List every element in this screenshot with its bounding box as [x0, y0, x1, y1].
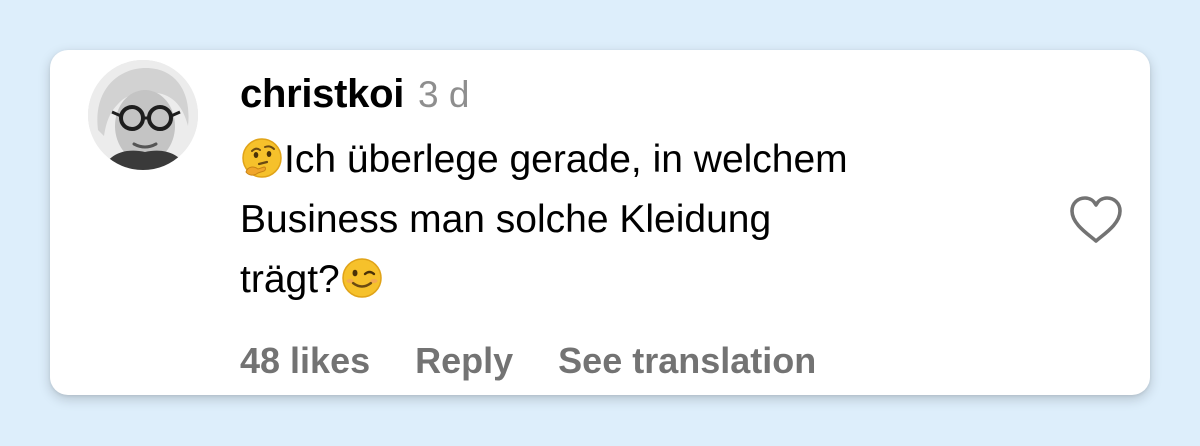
winking-face-emoji-icon	[340, 256, 384, 300]
comment-card: christkoi 3 d Ich überlege gerade, in we…	[50, 50, 1150, 395]
likes-count-link[interactable]: 48 likes	[240, 340, 370, 382]
comment-line: Business man solche Kleidung	[240, 190, 1040, 250]
timestamp: 3 d	[418, 74, 470, 115]
comment-line-text: Ich überlege gerade, in welchem	[284, 138, 848, 181]
comment-line: trägt?	[240, 250, 1040, 310]
user-avatar[interactable]	[88, 60, 198, 170]
comment-line: Ich überlege gerade, in welchem	[240, 130, 1040, 190]
comment-actions: 48 likes Reply See translation	[240, 340, 861, 382]
comment-line-text: trägt?	[240, 258, 340, 301]
reply-button[interactable]: Reply	[415, 340, 513, 382]
see-translation-button[interactable]: See translation	[558, 340, 816, 382]
thinking-face-emoji-icon	[240, 136, 284, 180]
comment-line-text: Business man solche Kleidung	[240, 198, 772, 241]
heart-outline-icon[interactable]	[1068, 195, 1124, 245]
comment-text: Ich überlege gerade, in welchem Business…	[240, 130, 1040, 310]
username[interactable]: christkoi	[240, 72, 404, 117]
comment-header: christkoi 3 d	[240, 72, 469, 116]
